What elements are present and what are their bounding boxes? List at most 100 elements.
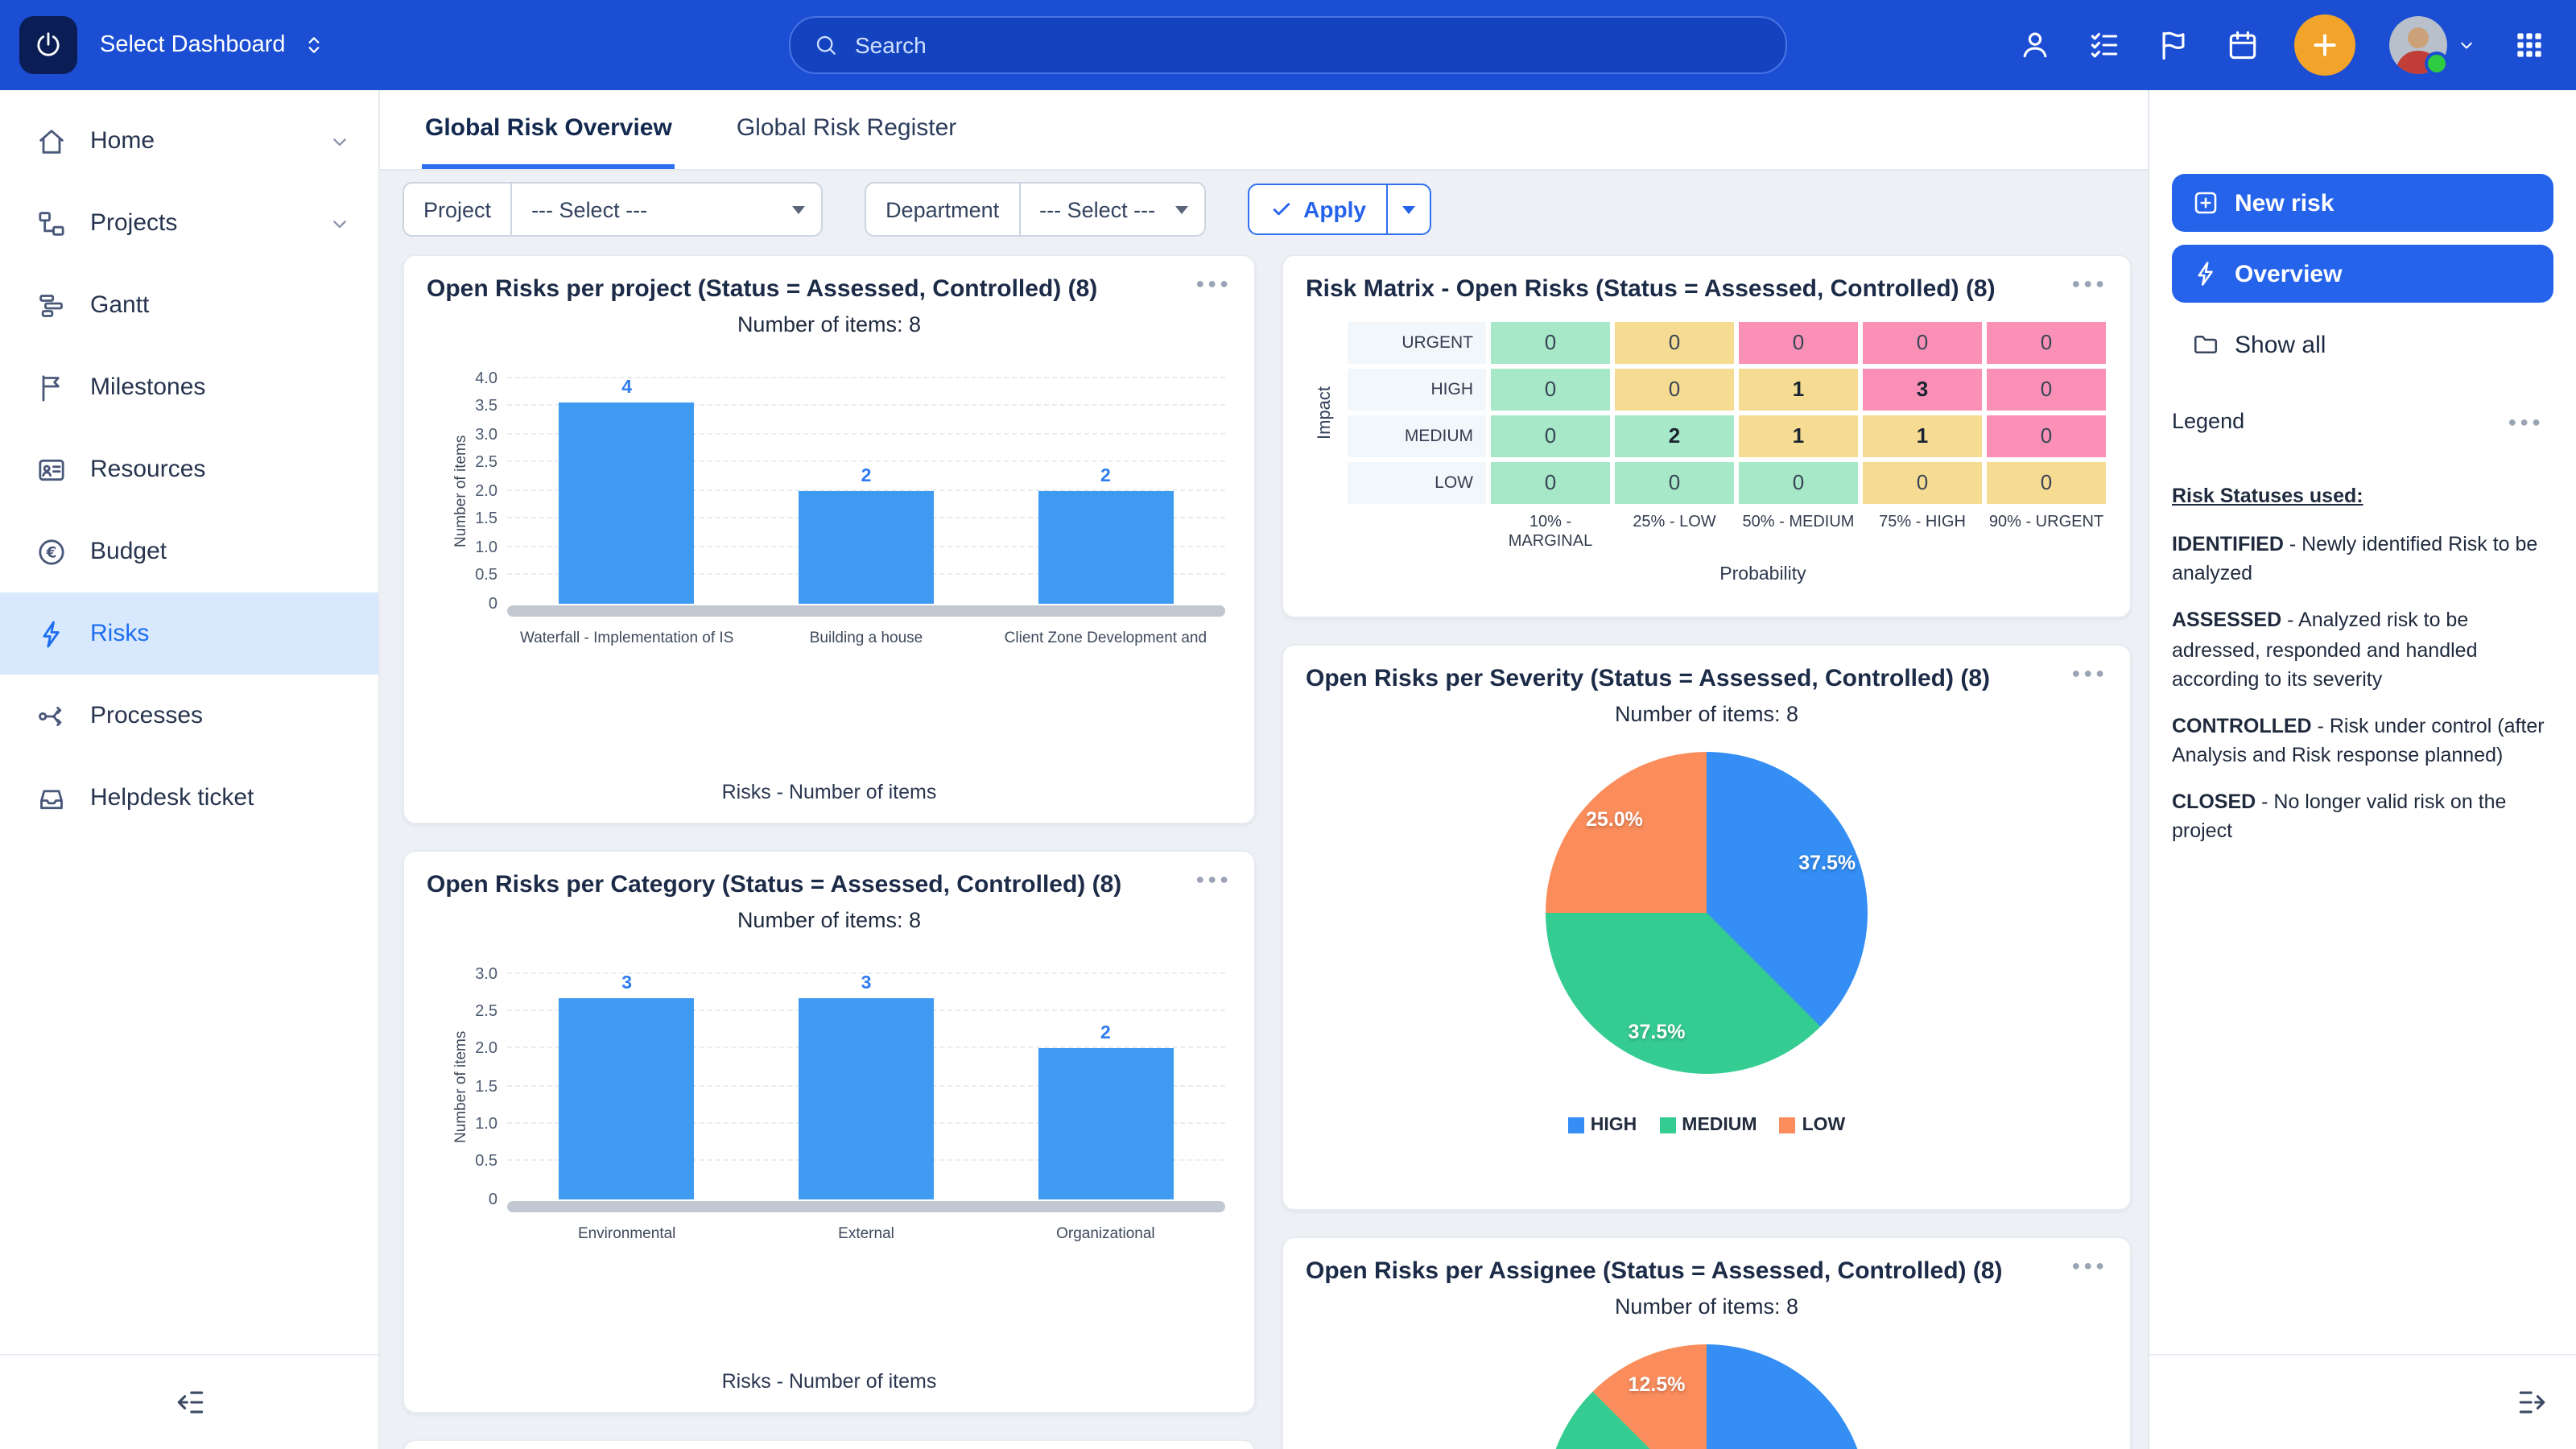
new-risk-button[interactable]: New risk (2172, 174, 2553, 232)
apps-menu-button[interactable] (2512, 27, 2547, 63)
y-tick-label: 4.0 (443, 369, 497, 387)
bar-value-label: 3 (621, 973, 632, 993)
project-filter-label: Project (404, 184, 512, 235)
status-definition: IDENTIFIED - Newly identified Risk to be… (2172, 530, 2553, 588)
main-area: Global Risk Overview Global Risk Register… (380, 90, 2148, 1449)
bar (559, 997, 695, 1199)
expand-panel-button[interactable] (2515, 1385, 2550, 1420)
severity-pie-chart: 37.5%37.5%25.0%HIGHMEDIUMLOW (1283, 725, 2130, 1134)
department-filter-label: Department (866, 184, 1020, 235)
sidebar-item-label: Resources (90, 456, 353, 483)
helpdesk-icon (35, 782, 68, 814)
sidebar-item-budget[interactable]: €Budget (0, 510, 378, 592)
user-menu[interactable] (2389, 16, 2478, 74)
apply-dropdown-button[interactable] (1389, 184, 1432, 235)
bar (1038, 490, 1173, 603)
show-all-button-label: Show all (2235, 331, 2326, 358)
search-icon (813, 32, 839, 58)
pie-slice-label: 12.5% (1629, 1373, 1686, 1395)
y-tick-label: 1.0 (443, 1116, 497, 1133)
risk-matrix: Impact URGENT00000HIGH00130MEDIUM02110LO… (1306, 321, 2107, 561)
matrix-cell: 0 (1491, 461, 1610, 503)
project-filter: Project --- Select --- (402, 182, 823, 237)
pie-legend: HIGHMEDIUMLOW (1568, 1115, 1845, 1134)
pie-slice-label: 25.0% (1586, 808, 1643, 831)
project-bar-chart: Number of items00.51.01.52.02.53.03.54.0… (404, 378, 1254, 646)
bar (799, 490, 934, 603)
gantt-icon (35, 289, 68, 321)
sidebar-item-projects[interactable]: Projects (0, 182, 378, 264)
category-label: External (746, 1224, 985, 1242)
legend-item: LOW (1780, 1115, 1846, 1134)
my-tasks-button[interactable] (2087, 27, 2122, 63)
y-tick-label: 3.0 (443, 965, 497, 983)
apps-grid-icon (2512, 27, 2547, 63)
apply-split-button: Apply (1247, 184, 1432, 235)
folder-icon (2191, 330, 2220, 359)
card-menu-button[interactable]: ●●● (2065, 658, 2114, 687)
chevron-down-icon (2455, 34, 2478, 56)
topbar: Select Dashboard (0, 0, 2576, 90)
card-menu-button[interactable]: ●●● (1189, 865, 1238, 894)
impact-axis-label: Impact (1312, 321, 1338, 503)
bar (799, 997, 934, 1199)
power-icon (32, 29, 64, 61)
matrix-cell: 0 (1987, 415, 2106, 456)
chevron-updown-icon (302, 32, 328, 58)
legend-body: Risk Statuses used: IDENTIFIED - Newly i… (2172, 481, 2553, 846)
pie-slice-label: 37.5% (1629, 1022, 1686, 1044)
app-logo[interactable] (19, 16, 77, 74)
y-tick-label: 0 (443, 595, 497, 613)
dashboard-selector[interactable]: Select Dashboard (100, 32, 328, 58)
sidebar-item-resources[interactable]: Resources (0, 428, 378, 510)
y-tick-label: 0.5 (443, 1153, 497, 1170)
matrix-row-label: URGENT (1348, 321, 1486, 363)
apply-button[interactable]: Apply (1247, 184, 1389, 235)
legend-title: Legend (2172, 409, 2244, 433)
card-menu-button[interactable]: ●●● (2065, 269, 2114, 298)
apply-button-label: Apply (1303, 196, 1366, 222)
matrix-cell: 2 (1615, 415, 1734, 456)
flag-button[interactable] (2156, 27, 2191, 63)
legend-item: MEDIUM (1659, 1115, 1757, 1134)
assignee-pie-chart: 12.5% (1283, 1318, 2130, 1449)
sidebar-item-home[interactable]: Home (0, 100, 378, 182)
sidebar-item-processes[interactable]: Processes (0, 675, 378, 757)
collapse-sidebar-button[interactable] (171, 1385, 207, 1420)
sidebar-item-milestones[interactable]: Milestones (0, 346, 378, 428)
card-menu-button[interactable]: ●●● (2065, 1251, 2114, 1280)
right-panel: New risk Overview Show all Legend ●●● Ri… (2148, 90, 2576, 1449)
content-area: Project --- Select --- Department --- Se… (380, 171, 2148, 1449)
matrix-row-label: LOW (1348, 461, 1486, 503)
show-all-button[interactable]: Show all (2172, 316, 2553, 374)
sidebar-item-gantt[interactable]: Gantt (0, 264, 378, 346)
processes-icon (35, 700, 68, 732)
online-status-dot (2425, 52, 2449, 76)
tab-global-risk-overview[interactable]: Global Risk Overview (422, 90, 675, 169)
card-title: Open Risks per Severity (Status = Assess… (1306, 663, 2066, 695)
global-search-input[interactable] (852, 31, 1763, 60)
category-label: Building a house (746, 629, 985, 646)
calendar-button[interactable] (2225, 27, 2260, 63)
sidebar-item-label: Gantt (90, 291, 353, 319)
pie-chart: 37.5%37.5%25.0% (1546, 751, 1868, 1073)
legend-menu-button[interactable]: ●●● (2498, 411, 2553, 431)
sidebar-item-helpdesk-ticket[interactable]: Helpdesk ticket (0, 757, 378, 839)
projects-icon (35, 207, 68, 239)
department-select[interactable]: --- Select --- (1020, 184, 1203, 235)
chart-scrollbar (507, 605, 1225, 616)
project-select[interactable]: --- Select --- (512, 184, 821, 235)
profile-button[interactable] (2017, 27, 2053, 63)
create-new-button[interactable] (2294, 14, 2355, 76)
card-menu-button[interactable]: ●●● (1189, 269, 1238, 298)
bar-value-label: 4 (621, 378, 632, 397)
card-title: Risk Matrix - Open Risks (Status = Asses… (1306, 274, 2066, 305)
overview-button[interactable]: Overview (2172, 245, 2553, 303)
matrix-cell: 3 (1863, 368, 1982, 410)
card-subtitle: Number of items: 8 (404, 312, 1254, 336)
sidebar-item-risks[interactable]: Risks (0, 592, 378, 675)
bar-value-label: 2 (1100, 1024, 1111, 1043)
category-bar-chart: Number of items00.51.01.52.02.53.0332Env… (404, 973, 1254, 1242)
tab-global-risk-register[interactable]: Global Risk Register (733, 90, 960, 169)
matrix-cell: 1 (1739, 415, 1858, 456)
